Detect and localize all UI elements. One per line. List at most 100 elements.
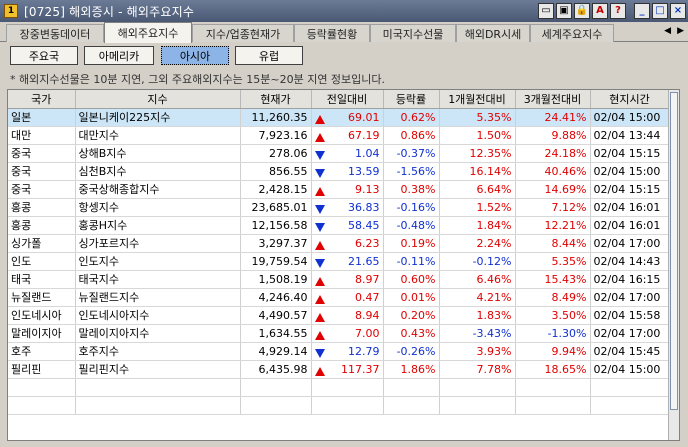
window-icon[interactable]: ▣ bbox=[556, 3, 572, 19]
index-name-cell: 일본니케이225지수 bbox=[75, 108, 241, 127]
change-cell: 58.45 bbox=[311, 216, 384, 235]
change-value: 117.37 bbox=[341, 362, 380, 376]
country-cell: 필리핀 bbox=[8, 360, 76, 379]
table-row[interactable]: 싱가폴 싱가포르지수 3,297.37 6.23 0.19% 2.24% 8.44% 02/0… bbox=[8, 234, 670, 253]
index-name-cell: 홍콩H지수 bbox=[75, 216, 241, 235]
local-time-cell: 02/04 15:15 bbox=[590, 144, 670, 163]
region-europe-button[interactable]: 유럽 bbox=[235, 46, 303, 65]
table-row[interactable]: 홍콩 항셍지수 23,685.01 36.83 -0.16% 1.52% 7.12% 02/0… bbox=[8, 198, 670, 217]
tab-major-indices[interactable]: 해외주요지수 bbox=[104, 22, 192, 43]
country-cell: 홍콩 bbox=[8, 198, 76, 217]
col-rate[interactable]: 등락률 bbox=[383, 90, 440, 109]
tab-intraday[interactable]: 장중변동데이터 bbox=[6, 24, 104, 42]
tab-change-rate[interactable]: 등락률현황 bbox=[294, 24, 370, 42]
col-country[interactable]: 국가 bbox=[8, 90, 76, 109]
tab-world-indices[interactable]: 세계주요지수 bbox=[530, 24, 614, 42]
tab-scroll: ◀ ▶ bbox=[664, 26, 684, 36]
region-major-button[interactable]: 주요국 bbox=[10, 46, 78, 65]
lock-icon[interactable]: 🔒 bbox=[574, 3, 590, 19]
date-value: 02/04 bbox=[593, 200, 626, 214]
triangle-down-icon bbox=[314, 222, 325, 232]
3month-cell: 15.43% bbox=[515, 270, 591, 289]
date-value: 02/04 bbox=[593, 182, 626, 196]
table-row[interactable]: 일본 일본니케이225지수 11,260.35 69.01 0.62% 5.35% 24.4… bbox=[8, 108, 670, 127]
table-row[interactable]: 중국 심천B지수 856.55 13.59 -1.56% 16.14% 40.46% 02/0… bbox=[8, 162, 670, 181]
delay-notice: * 해외지수선물은 10분 지연, 그외 주요해외지수는 15분~20분 지연 … bbox=[10, 73, 386, 86]
change-cell: 7.00 bbox=[311, 324, 384, 343]
table-row[interactable]: 호주 호주지수 4,929.14 12.79 -0.26% 3.93% 9.94% 02/04… bbox=[8, 342, 670, 361]
help-icon[interactable]: ? bbox=[610, 3, 626, 19]
table-row[interactable]: 말레이지아 말레이지아지수 1,634.55 7.00 0.43% -3.43% -1.30… bbox=[8, 324, 670, 343]
date-value: 02/04 bbox=[593, 146, 626, 160]
local-time-cell: 02/04 17:00 bbox=[590, 288, 670, 307]
col-change[interactable]: 전일대비 bbox=[311, 90, 384, 109]
country-cell: 중국 bbox=[8, 162, 76, 181]
tab-strip: 장중변동데이터 해외주요지수 지수/업종현재가 등락률현황 미국지수선물 해외D… bbox=[0, 22, 688, 43]
close-icon[interactable]: × bbox=[670, 3, 686, 19]
window-icon[interactable]: ▭ bbox=[538, 3, 554, 19]
triangle-up-icon bbox=[314, 114, 325, 124]
index-name-cell: 호주지수 bbox=[75, 342, 241, 361]
local-time-cell: 02/04 15:15 bbox=[590, 180, 670, 199]
1month-cell: 7.78% bbox=[439, 360, 516, 379]
chevron-left-icon[interactable]: ◀ bbox=[664, 26, 671, 36]
local-time-cell: 02/04 14:43 bbox=[590, 252, 670, 271]
table-row[interactable]: 필리핀 필리핀지수 6,435.98 117.37 1.86% 7.78% 18.65% 02… bbox=[8, 360, 670, 379]
price-cell: 23,685.01 bbox=[240, 198, 312, 217]
region-asia-button[interactable]: 아시아 bbox=[161, 46, 229, 65]
country-cell: 뉴질랜드 bbox=[8, 288, 76, 307]
change-cell: 69.01 bbox=[311, 108, 384, 127]
title-buttons: ▭ ▣ 🔒 A ? _ □ × bbox=[538, 3, 686, 19]
date-value: 02/04 bbox=[593, 326, 626, 340]
date-value: 02/04 bbox=[593, 164, 626, 178]
chevron-right-icon[interactable]: ▶ bbox=[677, 26, 684, 36]
country-cell: 대만 bbox=[8, 126, 76, 145]
col-local-time[interactable]: 현지시간 bbox=[590, 90, 670, 109]
table-row[interactable]: 뉴질랜드 뉴질랜드지수 4,246.40 0.47 0.01% 4.21% 8.49% 02/… bbox=[8, 288, 670, 307]
rate-cell: -0.37% bbox=[383, 144, 440, 163]
3month-cell: 24.18% bbox=[515, 144, 591, 163]
empty-row bbox=[8, 396, 670, 415]
table-row[interactable]: 인도 인도지수 19,759.54 21.65 -0.11% -0.12% 5.35% 02/… bbox=[8, 252, 670, 271]
scroll-thumb[interactable] bbox=[670, 92, 678, 410]
table-row[interactable]: 홍콩 홍콩H지수 12,156.58 58.45 -0.48% 1.84% 12.21% 02… bbox=[8, 216, 670, 235]
local-time-cell: 02/04 15:00 bbox=[590, 360, 670, 379]
col-price[interactable]: 현재가 bbox=[240, 90, 312, 109]
price-cell: 4,929.14 bbox=[240, 342, 312, 361]
time-value: 15:00 bbox=[628, 362, 661, 376]
time-value: 14:43 bbox=[628, 254, 661, 268]
tab-us-futures[interactable]: 미국지수선물 bbox=[370, 24, 456, 42]
change-cell: 0.47 bbox=[311, 288, 384, 307]
table-row[interactable]: 인도네시아 인도네시아지수 4,490.57 8.94 0.20% 1.83% 3.50% 0… bbox=[8, 306, 670, 325]
table-row[interactable]: 중국 중국상해종합지수 2,428.15 9.13 0.38% 6.64% 14.69% 02… bbox=[8, 180, 670, 199]
1month-cell: 6.64% bbox=[439, 180, 516, 199]
tab-index-price[interactable]: 지수/업종현재가 bbox=[192, 24, 294, 42]
change-value: 21.65 bbox=[348, 254, 380, 268]
table-row[interactable]: 태국 태국지수 1,508.19 8.97 0.60% 6.46% 15.43% 02/04 … bbox=[8, 270, 670, 289]
tab-overseas-dr[interactable]: 해외DR시세 bbox=[456, 24, 530, 42]
a-icon[interactable]: A bbox=[592, 3, 608, 19]
date-value: 02/04 bbox=[593, 290, 626, 304]
index-name-cell: 싱가포르지수 bbox=[75, 234, 241, 253]
col-1month[interactable]: 1개월전대비 bbox=[439, 90, 516, 109]
3month-cell: 24.41% bbox=[515, 108, 591, 127]
table-row[interactable]: 대만 대만지수 7,923.16 67.19 0.86% 1.50% 9.88% 02/04 … bbox=[8, 126, 670, 145]
triangle-up-icon bbox=[314, 276, 325, 286]
maximize-icon[interactable]: □ bbox=[652, 3, 668, 19]
change-cell: 12.79 bbox=[311, 342, 384, 361]
region-america-button[interactable]: 아메리카 bbox=[84, 46, 154, 65]
rate-cell: 0.86% bbox=[383, 126, 440, 145]
col-3month[interactable]: 3개월전대비 bbox=[515, 90, 591, 109]
vertical-scrollbar[interactable] bbox=[668, 90, 679, 440]
indices-grid[interactable]: 국가 지수 현재가 전일대비 등락률 1개월전대비 3개월전대비 현지시간 일본… bbox=[7, 89, 680, 441]
col-index[interactable]: 지수 bbox=[75, 90, 241, 109]
time-value: 16:01 bbox=[628, 200, 661, 214]
table-row[interactable]: 중국 상해B지수 278.06 1.04 -0.37% 12.35% 24.18% 02/04… bbox=[8, 144, 670, 163]
date-value: 02/04 bbox=[593, 110, 626, 124]
price-cell: 4,490.57 bbox=[240, 306, 312, 325]
minimize-icon[interactable]: _ bbox=[634, 3, 650, 19]
country-cell: 태국 bbox=[8, 270, 76, 289]
rate-cell: 0.01% bbox=[383, 288, 440, 307]
country-cell: 중국 bbox=[8, 180, 76, 199]
local-time-cell: 02/04 15:00 bbox=[590, 162, 670, 181]
